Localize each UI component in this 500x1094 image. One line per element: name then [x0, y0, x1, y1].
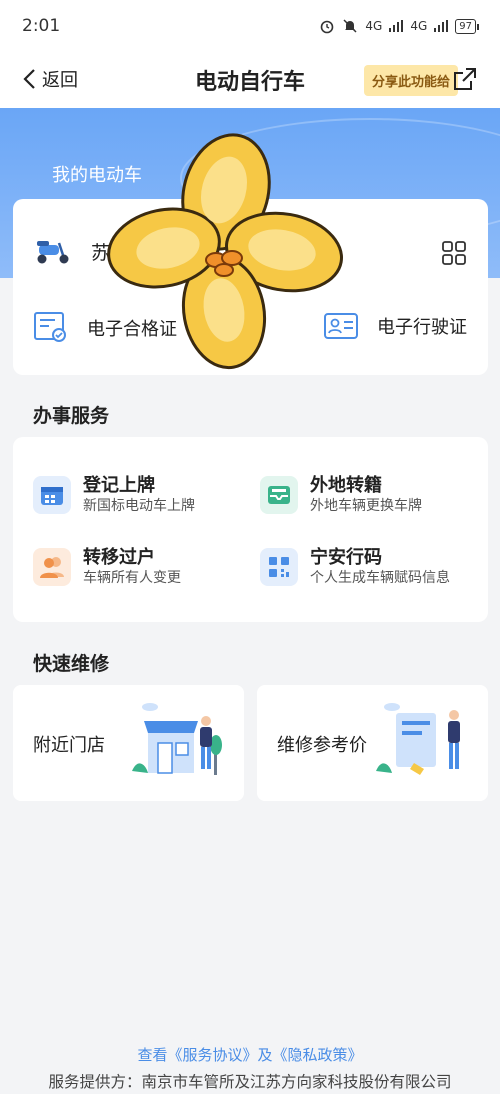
service-text: 转移过户 车辆所有人变更 [83, 547, 181, 587]
repair-section-title: 快速维修 [33, 653, 110, 675]
service-text: 外地转籍 外地车辆更换车牌 [310, 475, 422, 515]
service-item-transfer-region[interactable]: 外地转籍 外地车辆更换车牌 [260, 475, 422, 515]
status-time: 2:01 [22, 16, 61, 36]
share-icon[interactable] [452, 66, 478, 92]
service-item-register[interactable]: 登记上牌 新国标电动车上牌 [33, 475, 195, 515]
services-section-title: 办事服务 [33, 405, 110, 427]
grid-icon[interactable] [442, 241, 466, 265]
service-item-ownership[interactable]: 转移过户 车辆所有人变更 [33, 547, 181, 587]
cert-2-label: 电子行驶证 [377, 317, 467, 338]
repair-card-nearby-shops[interactable]: 附近门店 [13, 685, 244, 801]
vehicle-row[interactable]: 苏 [33, 235, 110, 267]
nav-bar: 返回 电动自行车 分享此功能给 [0, 52, 500, 108]
footer-agreement-links[interactable]: 查看《服务协议》及《隐私政策》 [0, 1044, 500, 1065]
scooter-icon [37, 241, 69, 264]
service-title: 外地转籍 [310, 475, 382, 496]
service-subtitle: 外地车辆更换车牌 [310, 498, 422, 514]
signal-1-icon [389, 20, 404, 32]
footer-provider: 服务提供方：南京市车管所及江苏方向家科技股份有限公司 [48, 1073, 452, 1091]
calendar-icon [33, 476, 71, 514]
shop-illustration-icon [132, 703, 222, 775]
mute-icon [343, 19, 357, 33]
users-icon [33, 548, 71, 586]
repair-label: 维修参考价 [277, 735, 367, 756]
signal-2-label: 4G [410, 19, 428, 33]
repair-illustration-icon [376, 703, 460, 775]
repair-card-reference-price[interactable]: 维修参考价 [257, 685, 488, 801]
signal-1-label: 4G [365, 19, 383, 33]
service-text: 登记上牌 新国标电动车上牌 [83, 475, 195, 515]
service-text: 宁安行码 个人生成车辆赋码信息 [310, 547, 450, 587]
flower-sticker-icon [107, 133, 343, 370]
service-subtitle: 车辆所有人变更 [83, 570, 181, 586]
status-icons: 4G 4G 97 [319, 18, 479, 34]
alarm-icon [321, 20, 334, 34]
certificate-icon [34, 312, 66, 342]
service-title: 宁安行码 [310, 547, 382, 568]
battery-icon: 97 [455, 18, 479, 34]
status-bar: 2:01 4G 4G 97 [0, 0, 500, 52]
repair-label: 附近门店 [33, 735, 105, 756]
service-title: 转移过户 [83, 547, 155, 568]
service-subtitle: 个人生成车辆赋码信息 [310, 570, 450, 586]
share-button[interactable]: 分享此功能给 [363, 65, 458, 96]
service-title: 登记上牌 [83, 475, 155, 496]
service-item-code[interactable]: 宁安行码 个人生成车辆赋码信息 [260, 547, 450, 587]
qrcode-icon [260, 548, 298, 586]
tray-icon [260, 476, 298, 514]
services-card: 登记上牌 新国标电动车上牌 外地转籍 外地车辆更换车牌 转移过户 车辆所有人变更… [13, 437, 488, 622]
service-subtitle: 新国标电动车上牌 [83, 498, 195, 514]
signal-2-icon [434, 20, 449, 32]
